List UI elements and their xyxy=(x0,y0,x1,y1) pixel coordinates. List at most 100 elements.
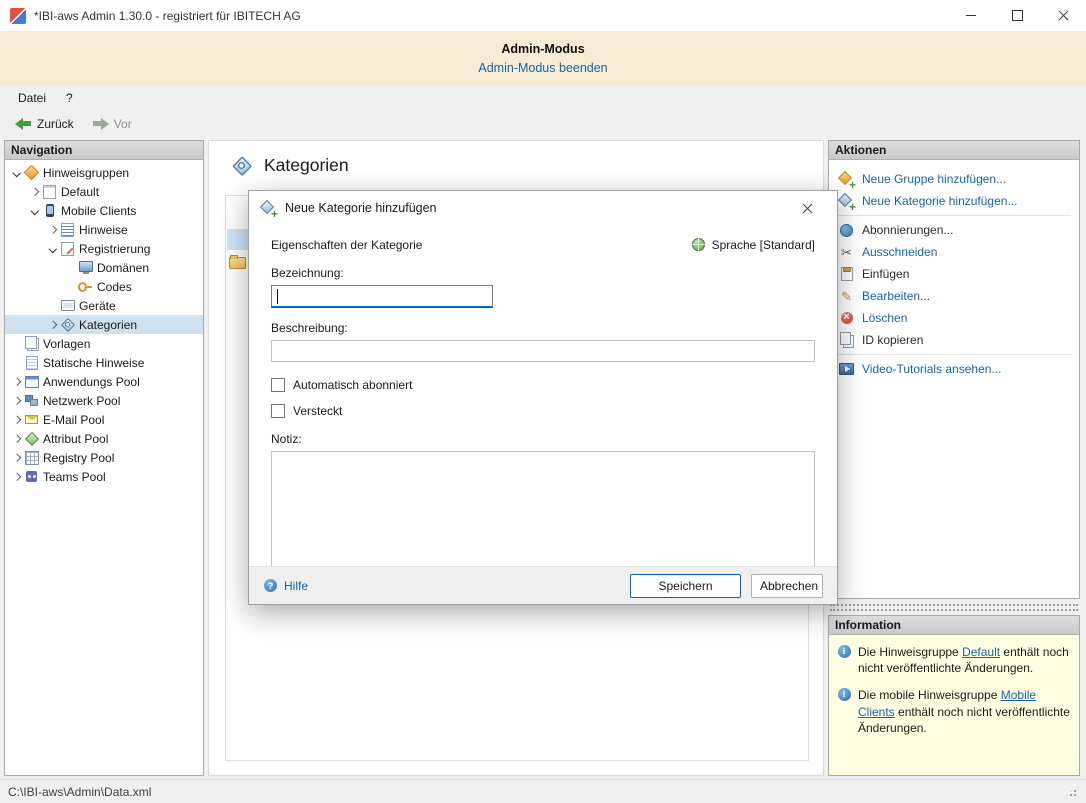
information-panel: Information Die Hinweisgruppe Default en… xyxy=(828,615,1080,776)
chevron-right-icon[interactable] xyxy=(9,417,24,423)
action-bearbeiten[interactable]: Bearbeiten... xyxy=(829,285,1079,307)
chevron-down-icon[interactable] xyxy=(27,208,42,214)
beschreibung-input[interactable] xyxy=(271,340,815,362)
bezeichnung-input[interactable] xyxy=(271,285,493,308)
section-label: Eigenschaften der Kategorie xyxy=(271,238,422,252)
chevron-right-icon[interactable] xyxy=(9,379,24,385)
app-icon xyxy=(10,8,26,24)
page-title: Kategorien xyxy=(264,155,349,176)
tree-item-registrierung[interactable]: Registrierung xyxy=(5,239,203,258)
tree-item-statische-hinweise[interactable]: Statische Hinweise xyxy=(5,353,203,372)
tree-item-codes[interactable]: Codes xyxy=(5,277,203,296)
info-item: Die mobile Hinweisgruppe Mobile Clients … xyxy=(837,687,1071,736)
tree-item-anwendungs-pool[interactable]: Anwendungs Pool xyxy=(5,372,203,391)
minimize-button[interactable] xyxy=(948,0,994,31)
title-bar: *IBI-aws Admin 1.30.0 - registriert für … xyxy=(0,0,1086,31)
forward-arrow-icon xyxy=(92,118,109,130)
window-controls xyxy=(948,0,1086,31)
tree-item-geräte[interactable]: Geräte xyxy=(5,296,203,315)
action-ausschneiden[interactable]: Ausschneiden xyxy=(829,241,1079,263)
info-item: Die Hinweisgruppe Default enthält noch n… xyxy=(837,644,1071,676)
versteckt-checkbox[interactable] xyxy=(271,404,285,418)
forward-button-label: Vor xyxy=(114,117,132,131)
tree-item-kategorien[interactable]: Kategorien xyxy=(5,315,203,334)
maximize-button[interactable] xyxy=(994,0,1040,31)
tree-item-label: Attribut Pool xyxy=(43,432,108,446)
language-selector[interactable]: Sprache [Standard] xyxy=(691,237,815,252)
info-link-default[interactable]: Default xyxy=(962,645,1000,659)
resize-grip-icon[interactable] xyxy=(1065,785,1078,798)
chevron-right-icon[interactable] xyxy=(9,455,24,461)
action-label: Abonnierungen... xyxy=(862,223,953,237)
edit-icon xyxy=(839,289,854,304)
navigation-tree: HinweisgruppenDefaultMobile ClientsHinwe… xyxy=(5,160,203,486)
tree-item-domänen[interactable]: Domänen xyxy=(5,258,203,277)
tree-item-teams-pool[interactable]: Teams Pool xyxy=(5,467,203,486)
menu-datei[interactable]: Datei xyxy=(8,88,56,108)
chevron-right-icon[interactable] xyxy=(9,398,24,404)
list-selected-row-fragment[interactable] xyxy=(227,229,250,250)
chevron-down-icon[interactable] xyxy=(9,170,24,176)
dialog-close-button[interactable] xyxy=(789,191,825,225)
chevron-right-icon[interactable] xyxy=(9,436,24,442)
close-button[interactable] xyxy=(1040,0,1086,31)
help-link[interactable]: Hilfe xyxy=(263,578,308,593)
action-löschen[interactable]: Löschen xyxy=(829,307,1079,329)
tree-item-hinweisgruppen[interactable]: Hinweisgruppen xyxy=(5,163,203,182)
abbrechen-button[interactable]: Abbrechen xyxy=(751,574,823,598)
forward-button[interactable]: Vor xyxy=(85,114,139,134)
checkbox-row-versteckt[interactable]: Versteckt xyxy=(271,404,815,418)
chevron-down-icon[interactable] xyxy=(45,246,60,252)
menu-help[interactable]: ? xyxy=(56,88,83,108)
action-id-kopieren[interactable]: ID kopieren xyxy=(829,329,1079,351)
tree-item-label: Statische Hinweise xyxy=(43,356,144,370)
speichern-button[interactable]: Speichern xyxy=(630,574,741,598)
info-text: Die mobile Hinweisgruppe Mobile Clients … xyxy=(858,687,1071,736)
page-title-row: Kategorien xyxy=(209,141,823,176)
checkbox-row-automatisch-abonniert[interactable]: Automatisch abonniert xyxy=(271,378,815,392)
new-category-dialog: Neue Kategorie hinzufügen Eigenschaften … xyxy=(248,190,838,605)
back-button[interactable]: Zurück xyxy=(8,114,81,134)
tree-item-e-mail-pool[interactable]: E-Mail Pool xyxy=(5,410,203,429)
chevron-right-icon[interactable] xyxy=(27,189,42,195)
action-label: ID kopieren xyxy=(862,333,923,347)
notiz-textarea[interactable] xyxy=(271,451,815,569)
information-list: Die Hinweisgruppe Default enthält noch n… xyxy=(829,635,1079,736)
folder-icon xyxy=(229,254,246,268)
delete-icon xyxy=(839,311,854,326)
tree-item-label: Kategorien xyxy=(79,318,137,332)
actions-divider xyxy=(837,215,1071,216)
tree-item-netzwerk-pool[interactable]: Netzwerk Pool xyxy=(5,391,203,410)
action-einfügen[interactable]: Einfügen xyxy=(829,263,1079,285)
automatisch-abonniert-checkbox[interactable] xyxy=(271,378,285,392)
tree-item-default[interactable]: Default xyxy=(5,182,203,201)
chevron-right-icon[interactable] xyxy=(9,474,24,480)
action-label: Neue Gruppe hinzufügen... xyxy=(862,172,1006,186)
action-abonnierungen[interactable]: Abonnierungen... xyxy=(829,219,1079,241)
action-neue-gruppe-hinzufügen[interactable]: Neue Gruppe hinzufügen... xyxy=(829,168,1079,190)
tree-item-vorlagen[interactable]: Vorlagen xyxy=(5,334,203,353)
applications-pool-icon xyxy=(24,374,39,389)
status-path: C:\IBI-aws\Admin\Data.xml xyxy=(8,785,151,799)
tree-item-hinweise[interactable]: Hinweise xyxy=(5,220,203,239)
splitter-dots xyxy=(830,604,1078,606)
dialog-body: Eigenschaften der Kategorie Sprache [Sta… xyxy=(249,237,837,569)
actions-divider xyxy=(837,354,1071,355)
action-neue-kategorie-hinzufügen[interactable]: Neue Kategorie hinzufügen... xyxy=(829,190,1079,212)
splitter-dots xyxy=(830,609,1078,611)
chevron-right-icon[interactable] xyxy=(45,322,60,328)
information-header: Information xyxy=(829,616,1079,635)
notiz-label: Notiz: xyxy=(271,432,815,446)
tree-item-attribut-pool[interactable]: Attribut Pool xyxy=(5,429,203,448)
registry-pool-icon xyxy=(24,450,39,465)
actions-panel: Aktionen Neue Gruppe hinzufügen...Neue K… xyxy=(828,140,1080,599)
action-video-tutorials-ansehen[interactable]: Video-Tutorials ansehen... xyxy=(829,358,1079,380)
text-caret xyxy=(277,289,278,304)
help-label: Hilfe xyxy=(284,579,308,593)
tree-item-registry-pool[interactable]: Registry Pool xyxy=(5,448,203,467)
chevron-right-icon[interactable] xyxy=(45,227,60,233)
tree-item-mobile-clients[interactable]: Mobile Clients xyxy=(5,201,203,220)
admin-mode-exit-link[interactable]: Admin-Modus beenden xyxy=(478,61,607,75)
panel-splitter[interactable] xyxy=(828,599,1080,615)
info-text-prefix: Die mobile Hinweisgruppe xyxy=(858,688,1001,702)
